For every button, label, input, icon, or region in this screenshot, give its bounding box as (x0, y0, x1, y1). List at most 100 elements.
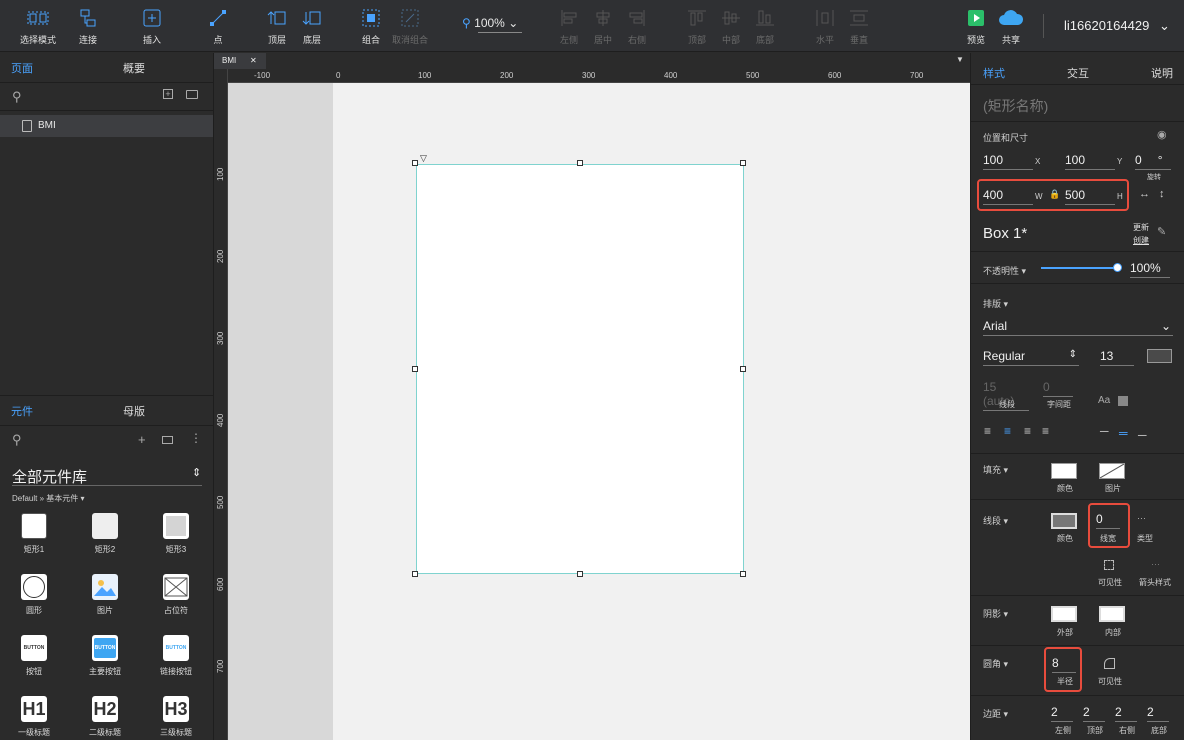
search-icon[interactable]: ⚲ (12, 89, 22, 105)
style-edit-icon[interactable]: ✎ (1157, 225, 1166, 238)
widget-circle[interactable]: 圆形 (4, 574, 64, 616)
widget-rect2[interactable]: 矩形2 (75, 513, 135, 555)
stroke-color-swatch[interactable] (1051, 513, 1077, 529)
opacity-input[interactable]: 100% (1130, 261, 1170, 278)
doc-tab-bmi[interactable]: BMI ✕ (214, 53, 266, 69)
distribute-vertical-button[interactable]: 垂直 (835, 8, 883, 46)
add-library-icon[interactable]: + (138, 432, 146, 447)
align-right-button[interactable]: 右侧 (613, 8, 661, 46)
widget-h2[interactable]: H2 二级标题 (75, 696, 135, 738)
tab-outline[interactable]: 概要 (107, 53, 213, 82)
more-icon[interactable]: ⋮ (190, 431, 202, 445)
fit-width-icon[interactable]: ↔ (1139, 188, 1150, 200)
y-input[interactable]: 100 (1065, 153, 1115, 170)
resize-handle[interactable] (577, 160, 583, 166)
shape-name-input[interactable]: (矩形名称) (983, 96, 1048, 116)
text-align-justify-icon[interactable]: ≡ (1042, 424, 1049, 438)
widget-rect1[interactable]: 矩形1 (4, 513, 64, 555)
valign-middle-icon[interactable]: ═ (1119, 426, 1128, 440)
widget-h3[interactable]: H3 三级标题 (146, 696, 206, 738)
fill-label[interactable]: 填充 ▾ (983, 463, 1008, 476)
tab-style[interactable]: 样式 (983, 65, 1005, 81)
close-icon[interactable]: ✕ (250, 53, 257, 69)
width-input[interactable]: 400 (983, 188, 1033, 205)
valign-top-icon[interactable]: ─ (1100, 424, 1109, 438)
text-color-swatch[interactable] (1147, 349, 1172, 363)
tab-pages[interactable]: 页面 (0, 53, 107, 82)
widget-primary-button[interactable]: BUTTON 主要按钮 (75, 635, 135, 677)
page-item-bmi[interactable]: BMI (0, 115, 213, 137)
tab-widgets[interactable]: 元件 (0, 396, 107, 425)
padding-left-input[interactable]: 2 (1051, 705, 1073, 722)
stroke-type-icon[interactable]: ⋯ (1137, 513, 1146, 524)
padding-bottom-input[interactable]: 2 (1147, 705, 1169, 722)
opacity-label[interactable]: 不透明性 ▾ (983, 264, 1026, 277)
outer-shadow-swatch[interactable] (1051, 606, 1077, 622)
fit-height-icon[interactable]: ↕ (1159, 188, 1165, 200)
connect-button[interactable]: 连接 (64, 8, 112, 46)
bottom-layer-button[interactable]: 底层 (288, 8, 336, 46)
align-bottom-button[interactable]: 底部 (741, 8, 789, 46)
corner-radius-handle-icon[interactable]: ▽ (420, 153, 427, 164)
design-canvas[interactable]: ▽ (228, 83, 970, 740)
resize-handle[interactable] (412, 571, 418, 577)
widget-image[interactable]: 图片 (75, 574, 135, 616)
text-case-icon[interactable]: Aa (1098, 395, 1110, 406)
radius-input[interactable]: 8 (1052, 656, 1076, 673)
arrow-style-icon[interactable]: ⋯ (1151, 559, 1160, 570)
resize-handle[interactable] (412, 366, 418, 372)
resize-handle[interactable] (740, 366, 746, 372)
search-icon[interactable]: ⚲ (12, 432, 22, 448)
stroke-visibility-icon[interactable] (1104, 560, 1114, 570)
tab-interactions[interactable]: 交互 (1067, 65, 1089, 81)
font-family-select[interactable]: Arial ⌄ (983, 319, 1173, 336)
point-button[interactable]: 点 (194, 8, 242, 46)
style-name[interactable]: Box 1* (983, 225, 1027, 242)
select-mode-button[interactable]: 选择模式 (14, 8, 62, 46)
resize-handle[interactable] (740, 571, 746, 577)
x-input[interactable]: 100 (983, 153, 1033, 170)
text-align-right-icon[interactable]: ≡ (1024, 424, 1031, 438)
library-stack-icon[interactable] (162, 436, 173, 444)
opacity-slider-handle[interactable] (1113, 263, 1122, 272)
padding-label[interactable]: 边距 ▾ (983, 707, 1008, 720)
font-weight-select[interactable]: Regular ⇕ (983, 349, 1079, 366)
tab-masters[interactable]: 母版 (107, 396, 213, 425)
typography-label[interactable]: 排版 ▾ (983, 297, 1008, 310)
text-shadow-icon[interactable] (1118, 396, 1128, 406)
update-style-link[interactable]: 更新 (1133, 222, 1149, 233)
tab-overflow-icon[interactable]: ▼ (956, 55, 964, 64)
widget-link-button[interactable]: BUTTON 链接按钮 (146, 635, 206, 677)
widget-h1[interactable]: H1 一级标题 (4, 696, 64, 738)
height-input[interactable]: 500 (1065, 188, 1115, 205)
insert-button[interactable]: 插入 (128, 8, 176, 46)
stroke-width-input[interactable]: 0 (1096, 512, 1120, 529)
padding-top-input[interactable]: 2 (1083, 705, 1105, 722)
padding-right-input[interactable]: 2 (1115, 705, 1137, 722)
corner-visibility-icon[interactable] (1104, 658, 1115, 669)
widget-placeholder[interactable]: 占位符 (146, 574, 206, 616)
fill-color-swatch[interactable] (1051, 463, 1077, 479)
corner-label[interactable]: 圆角 ▾ (983, 657, 1008, 670)
resize-handle[interactable] (577, 571, 583, 577)
share-button[interactable]: 共享 (987, 8, 1035, 46)
widget-rect3[interactable]: 矩形3 (146, 513, 206, 555)
zoom-select[interactable]: ⚲ 100% ⌄ (462, 16, 522, 33)
eye-icon[interactable]: ◉ (1157, 128, 1167, 141)
valign-bottom-icon[interactable]: ─ (1138, 428, 1147, 442)
lock-icon[interactable]: 🔒 (1049, 189, 1060, 200)
shadow-label[interactable]: 阴影 ▾ (983, 607, 1008, 620)
text-align-center-icon[interactable]: ≡ (1004, 424, 1011, 438)
ungroup-button[interactable]: 取消组合 (386, 8, 434, 46)
rotation-input[interactable]: 0 ° (1135, 153, 1171, 170)
char-spacing-input[interactable]: 0 (1043, 380, 1073, 397)
opacity-slider-track[interactable] (1041, 267, 1119, 269)
add-page-icon[interactable]: + (163, 89, 173, 99)
fill-image-swatch[interactable] (1099, 463, 1125, 479)
font-size-input[interactable]: 13 (1100, 349, 1134, 366)
library-select[interactable]: 全部元件库 ⇕ (12, 466, 201, 487)
resize-handle[interactable] (412, 160, 418, 166)
inner-shadow-swatch[interactable] (1099, 606, 1125, 622)
selected-rectangle[interactable] (416, 164, 744, 574)
library-breadcrumb[interactable]: Default » 基本元件 ▾ (12, 493, 85, 504)
